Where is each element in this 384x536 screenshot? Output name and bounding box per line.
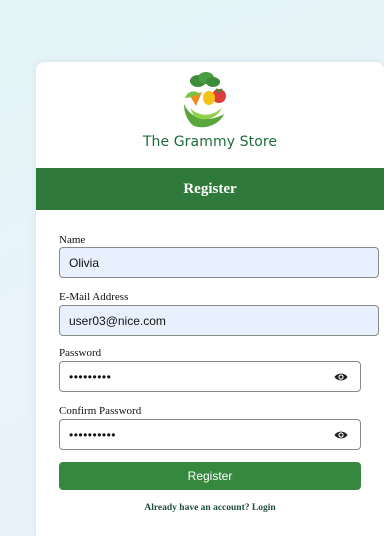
login-link[interactable]: Already have an account? Login xyxy=(36,503,384,513)
email-label: E-Mail Address xyxy=(59,291,129,303)
register-card: The Grammy Store Register Name E-Mail Ad… xyxy=(36,62,384,536)
eye-icon[interactable] xyxy=(334,372,348,382)
confirm-password-field[interactable] xyxy=(59,419,361,450)
name-label: Name xyxy=(59,234,86,246)
eye-icon[interactable] xyxy=(334,430,348,440)
email-field[interactable] xyxy=(59,305,379,336)
vegetable-basket-logo xyxy=(184,72,226,128)
password-field[interactable] xyxy=(59,361,361,392)
name-field[interactable] xyxy=(59,247,379,278)
store-name: The Grammy Store xyxy=(142,134,278,150)
page-title: Register xyxy=(36,168,384,210)
register-button[interactable]: Register xyxy=(59,462,361,490)
confirm-password-label: Confirm Password xyxy=(59,405,142,417)
password-label: Password xyxy=(59,347,102,359)
